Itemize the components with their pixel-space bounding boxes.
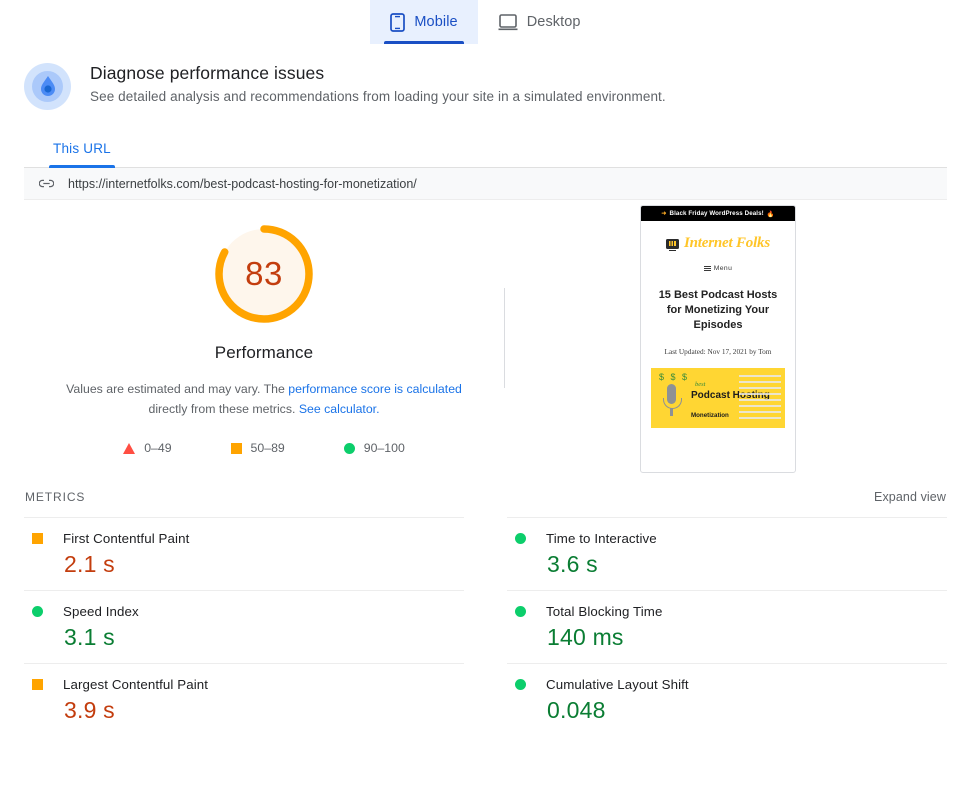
preview-byline: Last Updated: Nov 17, 2021 by Tom <box>664 347 772 356</box>
preview-site-logo: Internet Folks <box>641 235 795 252</box>
metric-name: Total Blocking Time <box>546 604 663 619</box>
preview-headline: 15 Best Podcast Hosts for Monetizing You… <box>658 289 778 331</box>
url-text: https://internetfolks.com/best-podcast-h… <box>68 176 417 191</box>
diagnose-header: Diagnose performance issues See detailed… <box>24 44 947 110</box>
triangle-marker-icon <box>123 442 136 454</box>
url-tab-strip: This URL <box>24 141 947 168</box>
legend-range-average: 50–89 <box>250 441 285 455</box>
preview-menu-label: Menu <box>713 265 733 272</box>
metrics-heading: METRICS <box>25 490 86 504</box>
tab-mobile[interactable]: Mobile <box>370 0 478 44</box>
monitor-icon <box>666 238 679 251</box>
mobile-icon <box>390 12 406 32</box>
lighthouse-icon <box>24 63 71 110</box>
metrics-header: METRICS Expand view <box>24 490 947 504</box>
page-subtitle: See detailed analysis and recommendation… <box>90 89 666 104</box>
metric-row-header: First Contentful Paint <box>24 531 464 546</box>
metric-value: 0.048 <box>547 697 606 723</box>
tab-mobile-underline <box>384 41 464 44</box>
note-text-1: Values are estimated and may vary. The <box>66 382 289 396</box>
hamburger-icon <box>703 265 711 271</box>
page-title: Diagnose performance issues <box>90 63 325 83</box>
metric-name: Cumulative Layout Shift <box>546 677 689 692</box>
preview-image-best: best <box>695 381 706 388</box>
device-tab-strip: Mobile Desktop <box>0 0 971 44</box>
legend-item-average: 50–89 <box>230 441 285 455</box>
page-screenshot-preview: ➜ Black Friday WordPress Deals! 🔥 Intern… <box>640 205 796 473</box>
score-estimate-note: Values are estimated and may vary. The p… <box>54 379 474 419</box>
url-bar[interactable]: https://internetfolks.com/best-podcast-h… <box>24 168 947 200</box>
metric-row[interactable]: Largest Contentful Paint 3.9 s <box>24 663 464 736</box>
legend-range-poor: 0–49 <box>144 441 172 455</box>
fire-icon: 🔥 <box>766 210 775 218</box>
circle-marker-icon <box>515 533 526 544</box>
metric-row-header: Speed Index <box>24 604 464 619</box>
performance-score-label: Performance <box>214 343 314 362</box>
metric-row-header: Time to Interactive <box>507 531 947 546</box>
square-marker-icon <box>230 442 242 454</box>
tab-desktop-label: Desktop <box>526 14 581 30</box>
metric-row-header: Largest Contentful Paint <box>24 677 464 692</box>
preview-image-logo-grid <box>739 372 781 424</box>
preview-site-name: Internet Folks <box>684 235 770 251</box>
tab-mobile-label: Mobile <box>414 14 458 30</box>
metric-value: 3.6 s <box>547 551 598 577</box>
square-marker-icon <box>32 533 43 544</box>
performance-score-value: 83 <box>245 255 283 292</box>
expand-view-button[interactable]: Expand view <box>874 490 946 504</box>
preview-promo-banner: ➜ Black Friday WordPress Deals! 🔥 <box>641 206 795 221</box>
see-calculator-link[interactable]: See calculator. <box>299 402 380 416</box>
preview-image-cash: $ $ $ <box>659 372 690 382</box>
metric-value: 3.1 s <box>64 624 115 650</box>
metric-value: 140 ms <box>547 624 624 650</box>
metric-name: First Contentful Paint <box>63 531 190 546</box>
square-marker-icon <box>32 679 43 690</box>
legend-item-good: 90–100 <box>343 441 405 455</box>
score-area: 83 Performance Values are estimated and … <box>24 200 947 490</box>
preview-banner-text: Black Friday WordPress Deals! <box>669 210 764 217</box>
metric-name: Speed Index <box>63 604 139 619</box>
metrics-grid: First Contentful Paint 2.1 s Time to Inter… <box>24 517 947 736</box>
circle-marker-icon <box>32 606 43 617</box>
legend-item-poor: 0–49 <box>123 441 172 455</box>
link-icon <box>39 179 54 188</box>
metric-name: Time to Interactive <box>546 531 657 546</box>
desktop-icon <box>498 13 518 31</box>
metric-row[interactable]: First Contentful Paint 2.1 s <box>24 517 464 590</box>
metric-row[interactable]: Speed Index 3.1 s <box>24 590 464 663</box>
microphone-icon <box>663 384 682 416</box>
tab-desktop[interactable]: Desktop <box>478 0 601 44</box>
metric-row-header: Total Blocking Time <box>507 604 947 619</box>
arrow-icon: ➜ <box>661 211 667 217</box>
metric-row-header: Cumulative Layout Shift <box>507 677 947 692</box>
tab-this-url-label: This URL <box>53 141 111 156</box>
tab-this-url-underline <box>49 165 115 168</box>
score-legend: 0–49 50–89 90–100 <box>24 441 504 455</box>
preview-image-sub: Monetization <box>691 412 729 419</box>
metric-row[interactable]: Cumulative Layout Shift 0.048 <box>507 663 947 736</box>
circle-marker-icon <box>515 679 526 690</box>
metric-name: Largest Contentful Paint <box>63 677 209 692</box>
performance-score-block: 83 Performance Values are estimated and … <box>24 222 504 455</box>
tab-this-url[interactable]: This URL <box>49 141 115 168</box>
vertical-divider <box>504 288 505 388</box>
metric-value: 3.9 s <box>64 697 115 723</box>
performance-score-link[interactable]: performance score is calculated <box>288 382 462 396</box>
performance-gauge: 83 <box>212 222 316 326</box>
circle-marker-icon <box>343 442 355 454</box>
note-text-2: directly from these metrics. <box>148 402 299 416</box>
metric-value: 2.1 s <box>64 551 115 577</box>
preview-menu-toggle: Menu <box>641 265 795 272</box>
circle-marker-icon <box>515 606 526 617</box>
legend-range-good: 90–100 <box>363 441 405 455</box>
preview-featured-image: $ $ $ best Podcast Hosting Monetization <box>651 368 785 428</box>
metric-row[interactable]: Time to Interactive 3.6 s <box>507 517 947 590</box>
metric-row[interactable]: Total Blocking Time 140 ms <box>507 590 947 663</box>
